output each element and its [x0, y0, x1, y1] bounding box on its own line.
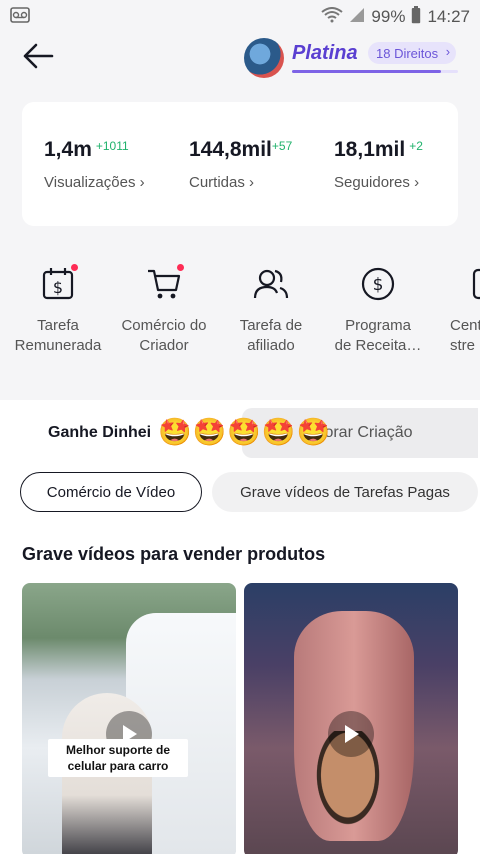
- action-label: Programa de Receita…: [334, 317, 422, 354]
- notification-dot: [71, 264, 78, 271]
- tier-progress-fill: [292, 70, 442, 73]
- stat-views[interactable]: 1,4m +1011 Visualizações ›: [44, 138, 145, 191]
- svg-text:$: $: [53, 278, 63, 297]
- video-card[interactable]: Melhor suporte de celular para carro: [22, 583, 236, 854]
- creator-center-icon: [470, 266, 480, 302]
- action-label: Tarefa de afiliado: [239, 317, 303, 354]
- battery-percent: 99%: [371, 7, 406, 26]
- chevron-right-icon: ›: [445, 44, 451, 59]
- stat-followers[interactable]: 18,1mil +2 Seguidores ›: [334, 138, 423, 191]
- stat-label[interactable]: Curtidas ›: [189, 174, 292, 191]
- main-content: lhorar Criação Ganhe Dinhei 🤩🤩🤩🤩🤩 Comérc…: [0, 400, 480, 854]
- chip-label: Comércio de Vídeo: [46, 483, 176, 501]
- chevron-right-icon: ›: [414, 174, 420, 191]
- stat-delta: +57: [271, 139, 293, 153]
- affiliate-people-icon: [253, 266, 289, 302]
- notification-dot: [177, 264, 184, 271]
- action-paid-task[interactable]: $ Tarefa Remunerada: [3, 264, 113, 356]
- avatar[interactable]: [244, 38, 284, 78]
- chevron-right-icon: ›: [249, 174, 255, 191]
- chip-video-commerce[interactable]: Comércio de Vídeo: [20, 472, 202, 512]
- stat-delta: +1011: [95, 139, 129, 153]
- dollar-calendar-icon: $: [40, 264, 78, 302]
- tier-benefits-label: 18 Direitos: [376, 45, 439, 61]
- video-caption: Melhor suporte de celular para carro: [48, 739, 188, 777]
- dollar-circle-icon: $: [360, 266, 396, 302]
- header: Platina 18 Direitos ›: [0, 34, 480, 84]
- action-label: Comércio do Criador: [121, 317, 207, 354]
- section-title: Grave vídeos para vender produtos: [22, 544, 326, 564]
- tier-progress-bar: [292, 70, 458, 73]
- signal-icon: [349, 7, 365, 28]
- action-affiliate-task[interactable]: Tarefa de afiliado: [216, 266, 326, 356]
- cart-icon: [146, 264, 184, 302]
- tier-name[interactable]: Platina: [292, 42, 358, 65]
- quick-actions: $ Tarefa Remunerada Comércio do Criador …: [0, 264, 480, 366]
- stat-value: 144,8mil: [189, 138, 272, 161]
- svg-text:$: $: [373, 275, 384, 295]
- stat-label[interactable]: Seguidores ›: [334, 174, 423, 191]
- tab-bar: lhorar Criação Ganhe Dinhei 🤩🤩🤩🤩🤩: [0, 408, 480, 458]
- wifi-icon: [321, 6, 344, 28]
- stats-card: 1,4m +1011 Visualizações › 144,8mil+57 Cu…: [22, 102, 458, 226]
- stat-delta: +2: [409, 139, 423, 153]
- star-struck-emoji-overlay: 🤩🤩🤩🤩🤩: [158, 417, 332, 447]
- battery-icon: [411, 5, 421, 29]
- action-label: Tarefa Remunerada: [14, 317, 102, 354]
- clock: 14:27: [427, 7, 470, 26]
- action-label: Cent stre: [450, 317, 480, 354]
- tab-label: Ganhe Dinhei: [48, 424, 152, 441]
- tier-benefits-button[interactable]: 18 Direitos ›: [368, 42, 457, 64]
- action-revenue-program[interactable]: $ Programa de Receita…: [323, 266, 433, 356]
- back-button[interactable]: [18, 40, 58, 76]
- video-card[interactable]: [244, 583, 458, 854]
- play-icon[interactable]: [328, 711, 374, 757]
- chevron-right-icon: ›: [139, 174, 145, 191]
- stat-value: 18,1mil: [334, 138, 406, 161]
- voicemail-icon: [10, 6, 30, 28]
- action-creator-center[interactable]: Cent stre: [430, 266, 480, 356]
- chip-label: Grave vídeos de Tarefas Pagas: [240, 483, 450, 501]
- status-bar: 99% 14:27: [0, 0, 480, 34]
- chip-paid-task-videos[interactable]: Grave vídeos de Tarefas Pagas: [212, 472, 478, 512]
- stat-label[interactable]: Visualizações ›: [44, 174, 145, 191]
- action-creator-commerce[interactable]: Comércio do Criador: [109, 264, 219, 356]
- arrow-left-icon: [22, 42, 54, 75]
- stat-likes[interactable]: 144,8mil+57 Curtidas ›: [189, 138, 292, 191]
- stat-value: 1,4m: [44, 138, 92, 161]
